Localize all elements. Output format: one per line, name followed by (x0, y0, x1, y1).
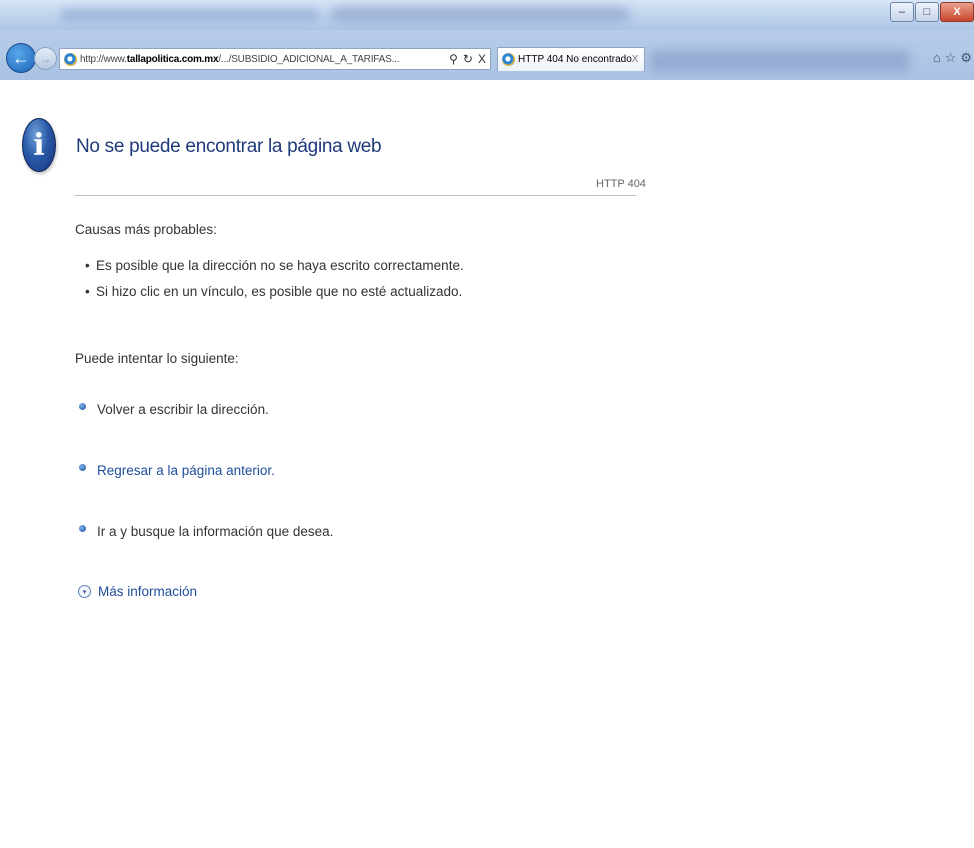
window-controls: – □ X (890, 2, 974, 22)
home-icon[interactable]: ⌂ (933, 50, 941, 66)
option-go-back: Regresar a la página anterior. (79, 463, 275, 478)
option-search: Ir a y busque la información que desea. (79, 524, 333, 539)
bullet-icon (79, 464, 86, 471)
option-text: Volver a escribir la dirección. (97, 402, 269, 417)
ie-page-icon (64, 52, 77, 66)
cause-item: Es posible que la dirección no se haya e… (85, 258, 464, 273)
more-info-label: Más información (98, 584, 198, 599)
bullet-icon (79, 525, 86, 532)
forward-button[interactable]: → (34, 47, 57, 70)
ie-tab-icon (502, 53, 515, 66)
refresh-icon[interactable]: ↻ (463, 52, 473, 66)
cause-item: Si hizo clic en un vínculo, es posible q… (85, 284, 462, 299)
option-text: Ir a y busque la información que desea. (97, 524, 334, 539)
minimize-button[interactable]: – (890, 2, 914, 22)
expand-chevron-icon: ▾ (78, 585, 91, 598)
page-title: No se puede encontrar la página web (76, 136, 382, 157)
close-window-button[interactable]: X (940, 2, 974, 22)
right-toolbar: ⌂ ☆ ⚙ (933, 50, 972, 66)
address-url[interactable]: http://www.tallapolitica.com.mx/.../SUBS… (80, 54, 438, 65)
title-bar (0, 0, 974, 30)
tab-label: HTTP 404 No encontrado (518, 54, 632, 65)
restore-button[interactable]: □ (915, 2, 939, 22)
settings-icon[interactable]: ⚙ (960, 50, 972, 66)
search-icon[interactable]: ⚲ (449, 52, 458, 66)
try-heading: Puede intentar lo siguiente: (75, 351, 239, 366)
title-divider (74, 195, 636, 196)
info-icon: i (22, 118, 56, 172)
tab-close-icon[interactable]: X (632, 54, 639, 65)
http-status-code: HTTP 404 (596, 178, 646, 190)
option-retype-address: Volver a escribir la dirección. (79, 402, 269, 417)
more-info-link[interactable]: ▾ Más información (78, 584, 197, 599)
title-bar-background (330, 6, 630, 22)
favorites-icon[interactable]: ☆ (945, 50, 957, 66)
toolbar-background (650, 50, 910, 72)
title-bar-background (60, 8, 320, 22)
address-tools: ⚲ ↻ X (449, 52, 486, 66)
go-back-link[interactable]: Regresar a la página anterior. (97, 463, 275, 478)
tab-http-404[interactable]: HTTP 404 No encontrado X (497, 47, 645, 71)
browser-chrome: – □ X ← → http://www.tallapolitica.com.m… (0, 0, 974, 80)
causes-heading: Causas más probables: (75, 222, 217, 237)
address-path: /.../SUBSIDIO_ADICIONAL_A_TARIFAS... (218, 53, 400, 65)
address-domain: tallapolitica.com.mx (126, 53, 219, 65)
address-prefix: http://www. (80, 53, 127, 65)
bullet-icon (79, 403, 86, 410)
stop-icon[interactable]: X (478, 52, 486, 66)
back-button[interactable]: ← (6, 43, 36, 73)
address-bar[interactable]: http://www.tallapolitica.com.mx/.../SUBS… (59, 48, 491, 70)
